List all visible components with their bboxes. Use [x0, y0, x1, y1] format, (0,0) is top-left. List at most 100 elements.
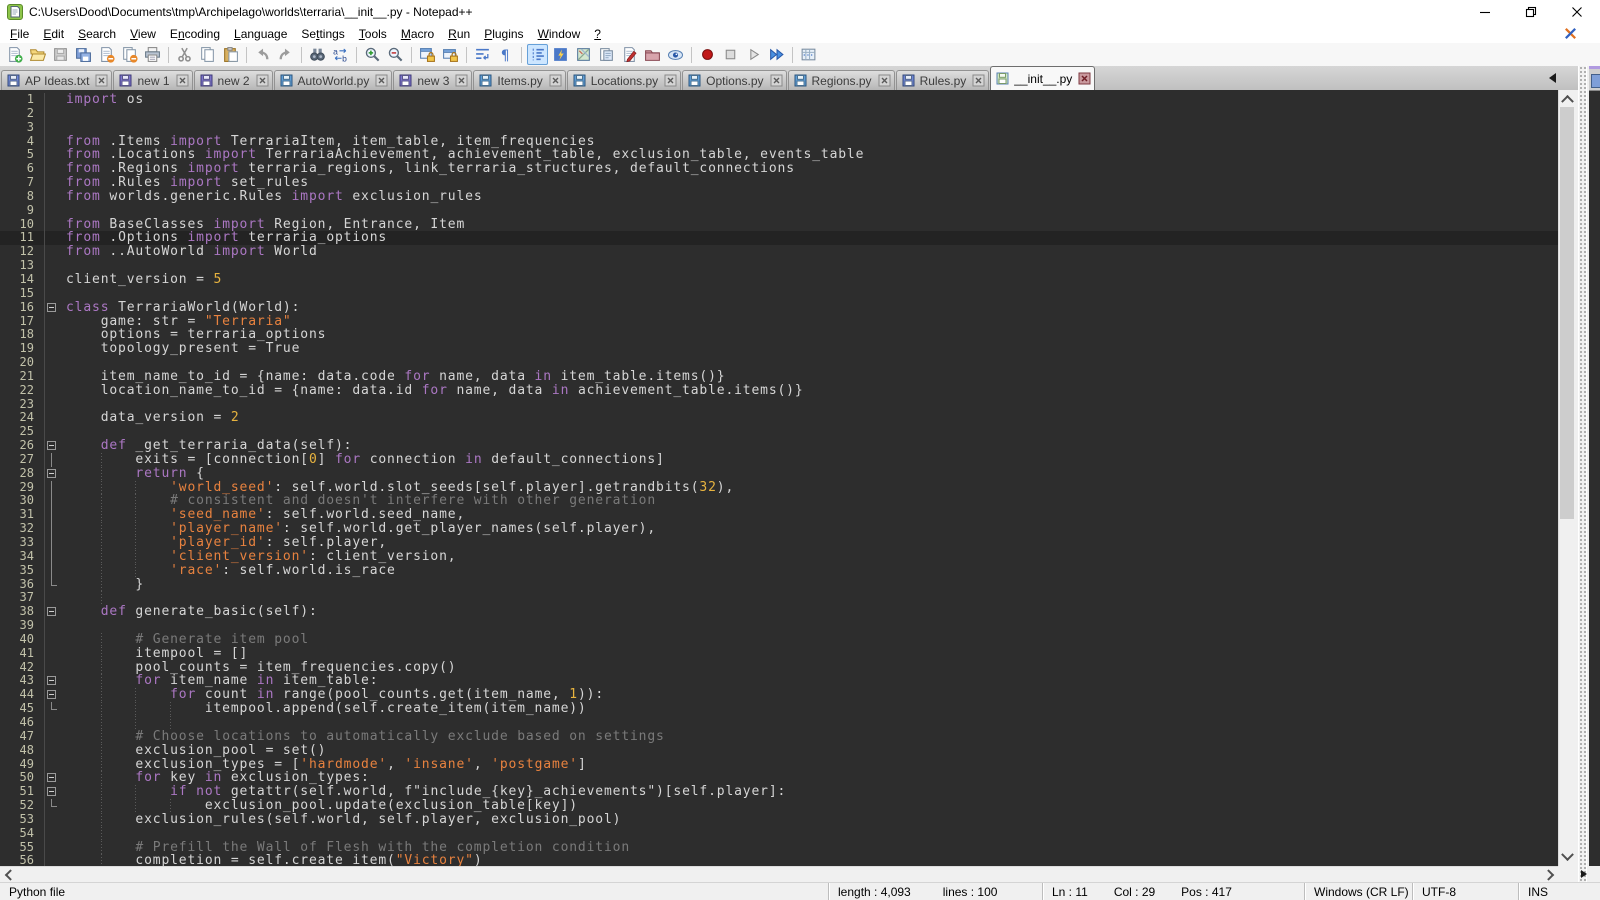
tab-rules-py[interactable]: Rules.py [896, 70, 990, 90]
line-number[interactable]: 12 [0, 245, 44, 259]
find-icon[interactable] [307, 44, 328, 65]
code-line[interactable]: 53 exclusion_rules(self.world, self.play… [0, 813, 1558, 827]
monitoring-icon[interactable] [665, 44, 686, 65]
code-line[interactable]: 48 exclusion_pool = set() [0, 744, 1558, 758]
tab-locations-py[interactable]: Locations.py [567, 70, 681, 90]
scroll-left-button[interactable] [0, 867, 17, 882]
tab-close-icon[interactable] [1078, 72, 1091, 85]
tab-scroll-left-icon[interactable] [1544, 73, 1556, 83]
line-number[interactable]: 10 [0, 218, 44, 232]
line-number[interactable]: 26 [0, 439, 44, 453]
tab-close-icon[interactable] [375, 74, 388, 87]
menu-settings[interactable]: Settings [294, 27, 351, 41]
code-line[interactable]: 51 if not getattr(self.world, f"include_… [0, 785, 1558, 799]
menu-plugins[interactable]: Plugins [477, 27, 530, 41]
fold-collapse-icon[interactable] [44, 605, 58, 619]
code-line[interactable]: 54 [0, 827, 1558, 841]
code-line[interactable]: 19 topology_present = True [0, 342, 1558, 356]
line-number[interactable]: 33 [0, 536, 44, 550]
macro-stop-icon[interactable] [720, 44, 741, 65]
code-line[interactable]: 55 # Prefill the Wall of Flesh with the … [0, 841, 1558, 855]
line-number[interactable]: 47 [0, 730, 44, 744]
line-number[interactable]: 32 [0, 522, 44, 536]
code-line[interactable]: 52 exclusion_pool.update(exclusion_table… [0, 799, 1558, 813]
fold-collapse-icon[interactable] [44, 467, 58, 481]
fold-collapse-icon[interactable] [44, 674, 58, 688]
tab-items-py[interactable]: Items.py [473, 70, 565, 90]
code-line[interactable]: 3 [0, 121, 1558, 135]
status-encoding[interactable]: UTF-8 [1412, 883, 1518, 900]
tab-new-2[interactable]: new 2 [194, 70, 273, 90]
code-line[interactable]: 49 exclusion_types = ['hardmode', 'insan… [0, 758, 1558, 772]
code-line[interactable]: 42 pool_counts = item_frequencies.copy() [0, 661, 1558, 675]
line-number[interactable]: 9 [0, 204, 44, 218]
code-line[interactable]: 12from ..AutoWorld import World [0, 245, 1558, 259]
tab-close-icon[interactable] [176, 74, 189, 87]
restore-button[interactable] [1508, 0, 1554, 24]
line-number[interactable]: 55 [0, 841, 44, 855]
undo-icon[interactable] [252, 44, 273, 65]
sync-h-icon[interactable] [440, 44, 461, 65]
doc-switcher-icon[interactable] [596, 44, 617, 65]
fold-collapse-icon[interactable] [44, 688, 58, 702]
second-view-tab[interactable] [1589, 66, 1600, 90]
line-number[interactable]: 4 [0, 135, 44, 149]
menu-help[interactable]: ? [587, 27, 608, 41]
save-all-icon[interactable] [73, 44, 94, 65]
line-number[interactable]: 43 [0, 674, 44, 688]
menu-encoding[interactable]: Encoding [163, 27, 227, 41]
code-line[interactable]: 15 [0, 287, 1558, 301]
edit-macro-icon[interactable] [619, 44, 640, 65]
line-number[interactable]: 15 [0, 287, 44, 301]
line-number[interactable]: 11 [0, 231, 44, 245]
menu-file[interactable]: File [3, 27, 36, 41]
code-line[interactable]: 40 # Generate item pool [0, 633, 1558, 647]
folder-workspace-icon[interactable] [642, 44, 663, 65]
line-number[interactable]: 6 [0, 162, 44, 176]
code-line[interactable]: 23 [0, 398, 1558, 412]
line-number[interactable]: 17 [0, 315, 44, 329]
code-line[interactable]: 37 [0, 591, 1558, 605]
code-line[interactable]: 45 itempool.append(self.create_item(item… [0, 702, 1558, 716]
view-splitter[interactable] [1578, 66, 1587, 882]
close-icon[interactable] [96, 44, 117, 65]
code-line[interactable]: 6from .Regions import terraria_regions, … [0, 162, 1558, 176]
code-line[interactable]: 47 # Choose locations to automatically e… [0, 730, 1558, 744]
line-number[interactable]: 29 [0, 481, 44, 495]
code-line[interactable]: 46 [0, 716, 1558, 730]
code-line[interactable]: 39 [0, 619, 1558, 633]
open-icon[interactable] [27, 44, 48, 65]
code-line[interactable]: 9 [0, 204, 1558, 218]
line-number[interactable]: 3 [0, 121, 44, 135]
line-number[interactable]: 8 [0, 190, 44, 204]
horizontal-scrollbar[interactable] [0, 866, 1558, 882]
menu-window[interactable]: Window [531, 27, 588, 41]
code-line[interactable]: 25 [0, 425, 1558, 439]
zoom-in-icon[interactable] [362, 44, 383, 65]
code-line[interactable]: 36 } [0, 578, 1558, 592]
code-line[interactable]: 1import os [0, 93, 1558, 107]
menu-search[interactable]: Search [71, 27, 123, 41]
code-line[interactable]: 10from BaseClasses import Region, Entran… [0, 218, 1558, 232]
tab-close-icon[interactable] [455, 74, 468, 87]
line-number[interactable]: 20 [0, 356, 44, 370]
code-line[interactable]: 7from .Rules import set_rules [0, 176, 1558, 190]
line-number[interactable]: 46 [0, 716, 44, 730]
code-line[interactable]: 22 location_name_to_id = {name: data.id … [0, 384, 1558, 398]
line-number[interactable]: 42 [0, 661, 44, 675]
line-number[interactable]: 25 [0, 425, 44, 439]
line-number[interactable]: 40 [0, 633, 44, 647]
code-line[interactable]: 28 return { [0, 467, 1558, 481]
code-line[interactable]: 24 data_version = 2 [0, 411, 1558, 425]
indent-guide-icon[interactable] [527, 44, 548, 65]
tab-new-3[interactable]: new 3 [393, 70, 472, 90]
code-line[interactable]: 8from worlds.generic.Rules import exclus… [0, 190, 1558, 204]
new-icon[interactable] [4, 44, 25, 65]
tab-close-icon[interactable] [770, 74, 783, 87]
code-line[interactable]: 56 completion = self.create_item("Victor… [0, 854, 1558, 866]
line-number[interactable]: 14 [0, 273, 44, 287]
close-document-x-icon[interactable] [1563, 26, 1578, 41]
line-number[interactable]: 16 [0, 301, 44, 315]
line-number[interactable]: 28 [0, 467, 44, 481]
status-insert-mode[interactable]: INS [1518, 883, 1600, 900]
